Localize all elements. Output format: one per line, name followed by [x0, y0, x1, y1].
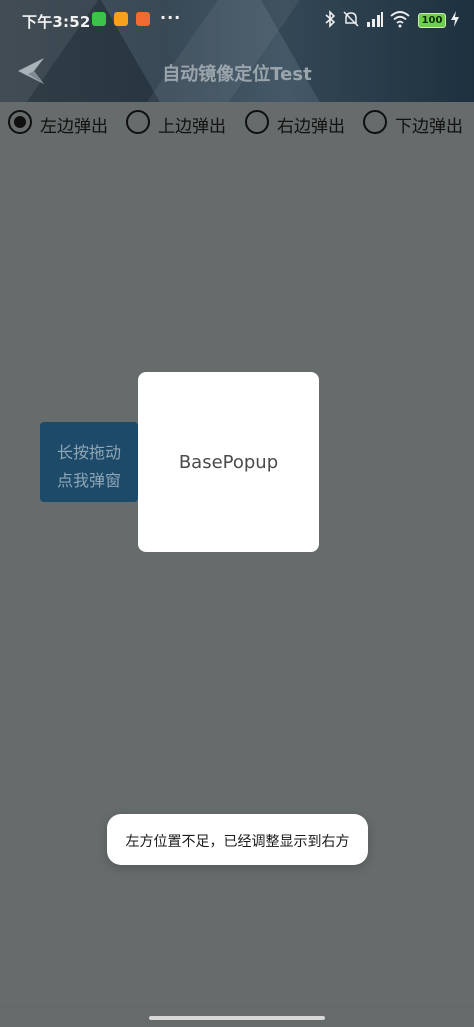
more-notifications-icon: ··· — [160, 8, 182, 27]
radio-label: 上边弹出 — [158, 117, 226, 137]
bluetooth-icon — [325, 10, 336, 28]
charging-icon — [451, 11, 459, 27]
anchor-button-line1: 长按拖动 — [56, 443, 121, 462]
radio-button[interactable] — [126, 110, 150, 134]
signal-icon — [367, 12, 383, 27]
toast-message: 左方位置不足，已经调整显示到右方 — [107, 814, 368, 865]
popup-direction-radio-group: 左边弹出 上边弹出 右边弹出 下边弹出 — [0, 102, 474, 142]
gesture-handle[interactable] — [149, 1016, 325, 1020]
radio-button[interactable] — [363, 110, 387, 134]
wechat-icon — [92, 12, 106, 26]
radio-label: 右边弹出 — [277, 117, 345, 137]
toolbar: 自动镜像定位Test — [0, 40, 474, 102]
toast-text: 左方位置不足，已经调整显示到右方 — [125, 834, 350, 850]
battery-indicator: 100 — [418, 13, 446, 28]
base-popup[interactable]: BasePopup — [138, 372, 319, 552]
anchor-button-line2: 点我弹窗 — [56, 471, 121, 490]
drag-popup-anchor-button[interactable]: 长按拖动 点我弹窗 — [40, 422, 138, 502]
status-bar: 下午3:52 ··· 100 — [0, 0, 474, 40]
wifi-icon — [390, 11, 410, 28]
mute-bell-icon — [343, 11, 359, 27]
shop-icon — [136, 12, 150, 26]
radio-button-checked[interactable] — [8, 110, 32, 134]
popup-text: BasePopup — [178, 452, 279, 473]
navigation-bar — [0, 1004, 474, 1027]
radio-label: 左边弹出 — [40, 117, 108, 137]
radio-button[interactable] — [245, 110, 269, 134]
status-icons: 100 — [324, 10, 462, 30]
page-title: 自动镜像定位Test — [162, 64, 312, 85]
radio-label: 下边弹出 — [395, 117, 463, 137]
app-header: 下午3:52 ··· 100 自动镜像定位Test — [0, 0, 474, 102]
status-time: 下午3:52 — [22, 13, 91, 31]
messages-icon — [114, 12, 128, 26]
